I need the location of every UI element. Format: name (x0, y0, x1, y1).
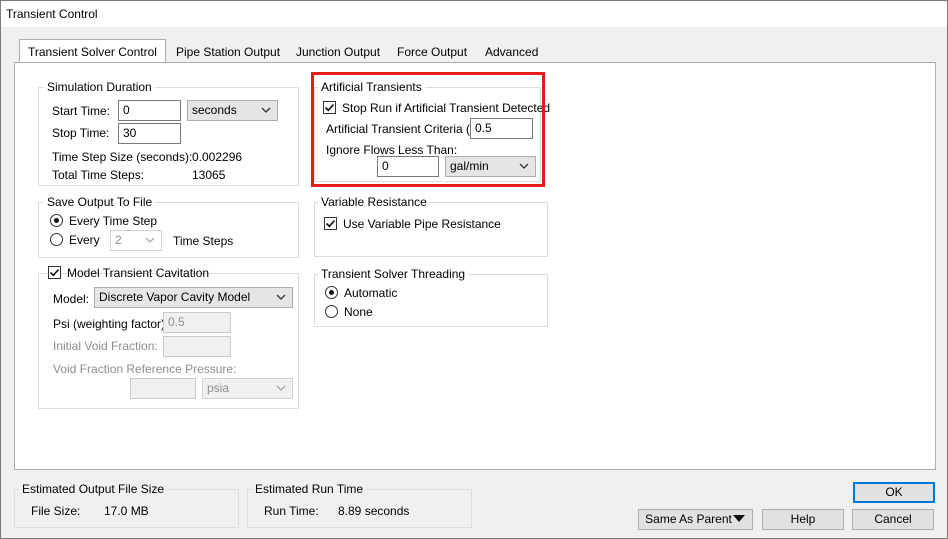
selected-value: 2 (115, 233, 122, 247)
ok-button[interactable]: OK (853, 482, 935, 503)
model-cavitation-checkbox[interactable] (48, 266, 61, 279)
tab-label: Junction Output (296, 45, 381, 59)
run-time-label: Run Time: (264, 504, 319, 518)
threading-automatic-radio[interactable] (325, 286, 338, 299)
threading-title: Transient Solver Threading (318, 267, 469, 281)
time-step-size-label: Time Step Size (seconds): (52, 150, 193, 164)
every-n-steps-select[interactable]: 2 (110, 230, 162, 251)
help-button[interactable]: Help (762, 509, 844, 530)
tab-transient-solver-control[interactable]: Transient Solver Control (19, 39, 166, 63)
initial-void-fraction-input[interactable] (163, 336, 231, 357)
time-steps-label: Time Steps (173, 234, 234, 248)
every-n-steps-radio[interactable] (50, 233, 63, 246)
total-time-steps-value: 13065 (192, 168, 226, 182)
transient-control-dialog: Transient Control Transient Solver Contr… (0, 0, 948, 539)
tab-pipe-station-output[interactable]: Pipe Station Output (176, 42, 280, 63)
tab-strip: Transient Solver Control Pipe Station Ou… (14, 39, 936, 63)
tab-label: Pipe Station Output (176, 45, 281, 59)
estimated-run-time-title: Estimated Run Time (252, 482, 367, 496)
cancel-button[interactable]: Cancel (852, 509, 934, 530)
threading-none-radio[interactable] (325, 305, 338, 318)
tab-label: Transient Solver Control (28, 45, 157, 59)
threading-group (314, 274, 548, 327)
simulation-duration-title: Simulation Duration (44, 80, 155, 94)
tab-junction-output[interactable]: Junction Output (296, 42, 380, 63)
chevron-down-icon (145, 237, 155, 243)
tab-advanced[interactable]: Advanced (485, 42, 538, 63)
file-size-label: File Size: (31, 504, 81, 518)
radio-selected-dot (329, 290, 334, 295)
void-ref-pressure-unit-select[interactable]: psia (202, 378, 293, 399)
tab-force-output[interactable]: Force Output (397, 42, 467, 63)
variable-resistance-title: Variable Resistance (318, 195, 430, 209)
every-label[interactable]: Every (69, 233, 100, 247)
dropdown-arrow-icon (733, 515, 745, 522)
every-time-step-radio[interactable] (50, 214, 63, 227)
selected-value: Discrete Vapor Cavity Model (99, 290, 251, 304)
save-output-title: Save Output To File (44, 195, 156, 209)
void-ref-pressure-label: Void Fraction Reference Pressure: (53, 362, 237, 376)
tab-label: Force Output (397, 45, 468, 59)
psi-input[interactable]: 0.5 (163, 312, 231, 333)
selected-value: psia (207, 381, 230, 395)
total-time-steps-label: Total Time Steps: (52, 168, 145, 182)
checkmark-icon (325, 219, 336, 228)
chevron-down-icon (276, 294, 286, 300)
save-output-group (38, 202, 299, 258)
chevron-down-icon (261, 107, 271, 113)
run-time-value: 8.89 seconds (338, 504, 410, 518)
stop-time-label: Stop Time: (52, 126, 110, 140)
start-time-input[interactable]: 0 (118, 100, 181, 121)
every-time-step-label[interactable]: Every Time Step (69, 214, 157, 228)
file-size-value: 17.0 MB (104, 504, 149, 518)
radio-selected-dot (54, 218, 59, 223)
start-time-label: Start Time: (52, 104, 111, 118)
threading-none-label[interactable]: None (344, 305, 373, 319)
tab-label: Advanced (485, 45, 539, 59)
start-time-unit-select[interactable]: seconds (187, 100, 278, 121)
threading-automatic-label[interactable]: Automatic (344, 286, 397, 300)
window-title: Transient Control (1, 1, 947, 27)
artificial-transients-highlight-box (311, 72, 545, 187)
stop-time-input[interactable]: 30 (118, 123, 181, 144)
estimated-file-size-title: Estimated Output File Size (19, 482, 168, 496)
checkmark-icon (49, 268, 60, 277)
same-as-parent-button[interactable]: Same As Parent (638, 509, 753, 530)
variable-resistance-checkbox[interactable] (324, 217, 337, 230)
variable-resistance-label[interactable]: Use Variable Pipe Resistance (343, 217, 501, 231)
cavitation-model-select[interactable]: Discrete Vapor Cavity Model (94, 287, 293, 308)
chevron-down-icon (276, 385, 286, 391)
time-step-size-value: 0.002296 (192, 150, 243, 164)
model-cavitation-label[interactable]: Model Transient Cavitation (67, 266, 209, 280)
same-as-parent-label: Same As Parent (645, 512, 732, 526)
selected-value: seconds (192, 103, 237, 117)
model-label: Model: (53, 292, 90, 306)
psi-label: Psi (weighting factor): (53, 317, 169, 331)
void-ref-pressure-input[interactable] (130, 378, 196, 399)
initial-void-fraction-label: Initial Void Fraction: (53, 339, 158, 353)
